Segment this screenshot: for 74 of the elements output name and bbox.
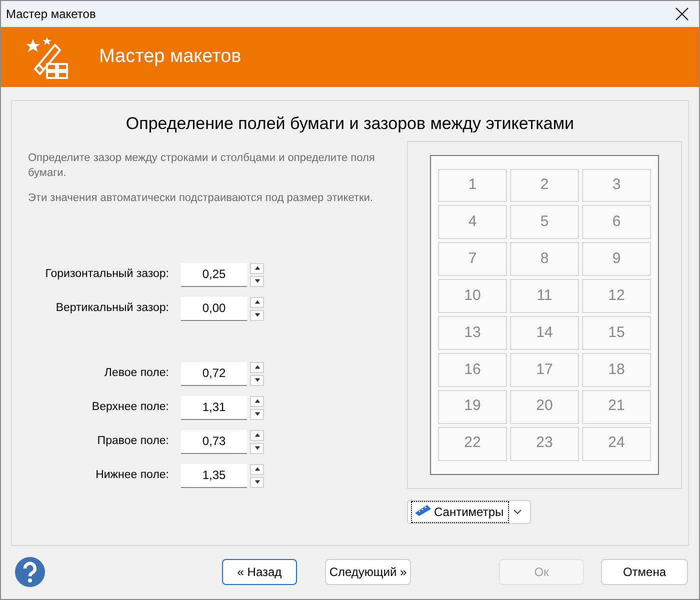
up-arrow-icon	[254, 299, 260, 305]
down-arrow-icon	[254, 479, 260, 485]
close-icon	[675, 7, 689, 21]
label-cell: 5	[510, 205, 579, 240]
field-label: Вертикальный зазор:	[54, 300, 170, 316]
magic-wand-icon	[25, 35, 69, 79]
caret-icon	[513, 508, 522, 514]
label-cell: 20	[510, 390, 579, 424]
description-text: Эти значения автоматически подстраиваются под размер этикетки.	[28, 190, 374, 206]
spin-up-button[interactable]	[250, 396, 264, 406]
label-cell: 8	[510, 242, 579, 276]
footer-button[interactable]: « Назад	[222, 559, 297, 585]
up-arrow-icon	[254, 265, 260, 271]
label-cell: 1	[438, 168, 507, 202]
spin-down-button[interactable]	[250, 476, 264, 488]
spin-down-button[interactable]	[250, 310, 264, 320]
page-heading: Определение полей бумаги и зазоров между этикетками	[124, 113, 576, 135]
help-icon[interactable]	[15, 557, 45, 587]
label-cell: 19	[438, 390, 507, 424]
label-cell: 9	[582, 242, 651, 276]
field-label: Верхнее поле:	[90, 400, 170, 415]
down-arrow-icon	[254, 278, 260, 284]
up-arrow-icon	[254, 364, 260, 370]
label-cell: 3	[582, 168, 651, 202]
field-label: Левое поле:	[103, 366, 170, 381]
up-arrow-icon	[254, 432, 260, 438]
up-arrow-icon	[254, 466, 260, 472]
down-arrow-icon	[254, 312, 260, 318]
label-cell: 7	[438, 242, 507, 276]
down-arrow-icon	[254, 377, 260, 383]
spin-up-button[interactable]	[250, 430, 264, 440]
down-arrow-icon	[254, 445, 260, 451]
down-arrow-icon	[254, 411, 260, 417]
number-field[interactable]: 0,73	[181, 430, 247, 454]
label-cell: 17	[510, 352, 579, 387]
spin-up-button[interactable]	[250, 362, 264, 372]
number-field[interactable]: 1,35	[181, 464, 247, 488]
label-cell: 12	[582, 279, 651, 313]
field-label: Нижнее поле:	[94, 468, 170, 483]
spin-down-button[interactable]	[250, 408, 264, 420]
label-cell: 11	[510, 279, 579, 313]
label-cell: 15	[582, 316, 651, 350]
label-cell: 10	[438, 279, 507, 313]
spin-up-button[interactable]	[250, 262, 264, 274]
label-cell: 14	[510, 316, 579, 350]
ruler-icon	[414, 504, 432, 516]
footer-button[interactable]: Следующий »	[325, 559, 411, 585]
wizard-title: Мастер макетов	[99, 44, 242, 69]
number-field[interactable]: 1,31	[181, 396, 247, 420]
number-field[interactable]: 0,72	[181, 362, 247, 386]
spin-up-button[interactable]	[250, 464, 264, 474]
spin-down-button[interactable]	[250, 442, 264, 454]
window-title: Мастер макетов	[6, 6, 96, 23]
spin-down-button[interactable]	[250, 276, 264, 286]
description-text: Определите зазор между строками и столбцами и определите поля бумаги.	[28, 150, 376, 180]
up-arrow-icon	[254, 398, 260, 404]
label-cell: 21	[582, 390, 651, 424]
spin-down-button[interactable]	[250, 374, 264, 386]
label-cell: 4	[438, 205, 507, 240]
units-dropdown[interactable]: Сантиметры	[407, 500, 531, 524]
label-cell: 24	[582, 426, 651, 460]
spin-up-button[interactable]	[250, 296, 264, 308]
footer-button[interactable]: Отмена	[601, 559, 688, 585]
label-cell: 6	[582, 205, 651, 240]
label-cell: 16	[438, 352, 507, 387]
label-cell: 18	[582, 352, 651, 387]
label-cell: 23	[510, 426, 579, 460]
number-field[interactable]: 0,25	[181, 262, 247, 286]
label-cell: 13	[438, 316, 507, 350]
label-cell: 22	[438, 426, 507, 460]
field-label: Горизонтальный зазор:	[44, 266, 170, 282]
number-field[interactable]: 0,00	[181, 296, 247, 320]
field-label: Правое поле:	[96, 434, 170, 449]
label-cell: 2	[510, 168, 579, 202]
